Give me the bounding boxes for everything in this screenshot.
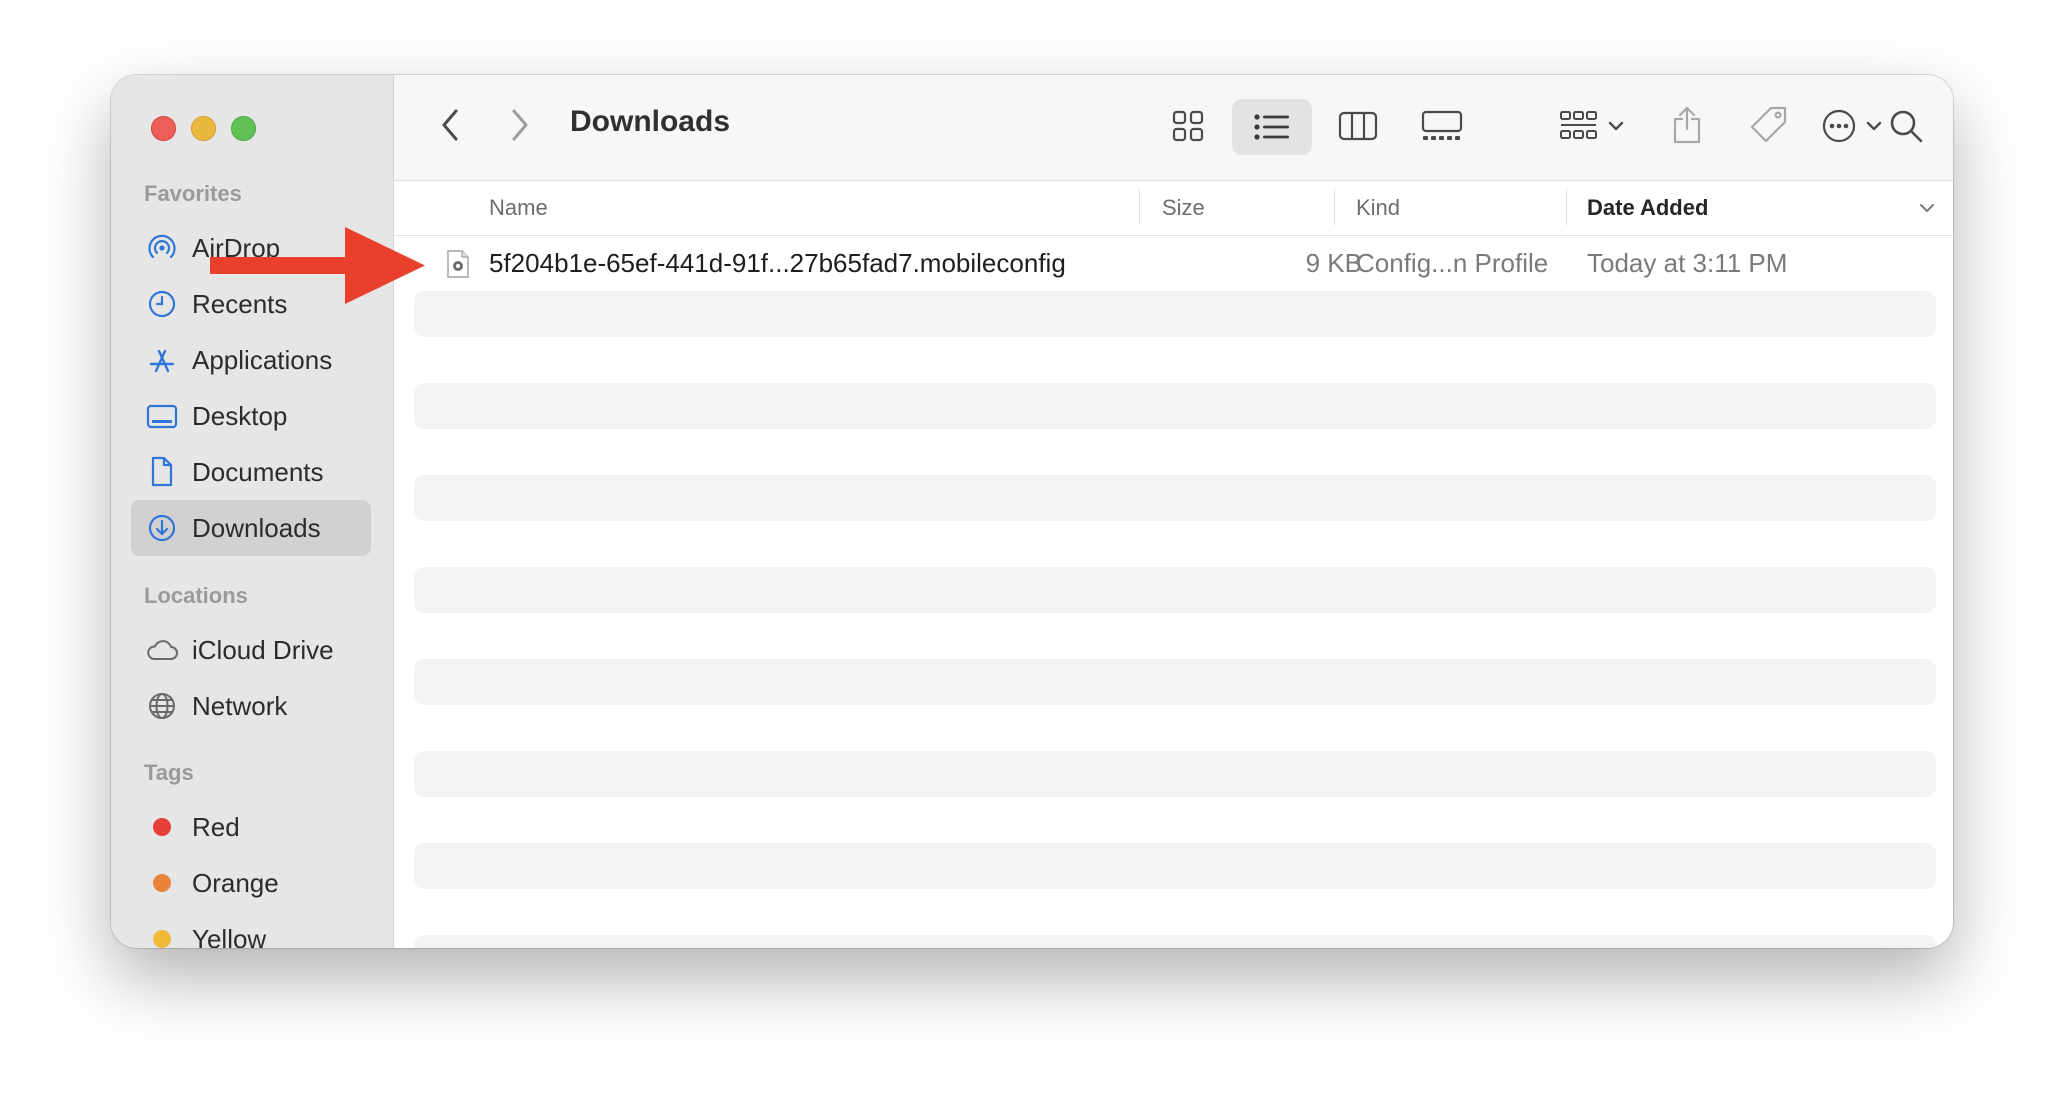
sidebar-item-tag-red[interactable]: Red [131, 799, 371, 855]
empty-row-stripe [414, 935, 1936, 948]
file-date-added: Today at 3:11 PM [1587, 248, 1788, 278]
column-header-kind[interactable]: Kind [1356, 195, 1400, 221]
chevron-down-icon [1920, 204, 1934, 212]
window-title: Downloads [570, 105, 731, 138]
tags-button[interactable] [1744, 97, 1794, 153]
empty-row-stripe [414, 475, 1936, 521]
icon-grid-icon [1172, 110, 1204, 142]
sidebar-item-label: Red [192, 811, 240, 842]
back-button[interactable] [434, 105, 466, 145]
search-icon [1890, 110, 1923, 143]
group-by-button[interactable] [1552, 99, 1632, 153]
icon-view-button[interactable] [1160, 99, 1216, 153]
file-size: 9 KB [1305, 248, 1362, 278]
column-divider[interactable] [1566, 189, 1567, 225]
forward-button[interactable] [504, 105, 536, 145]
tag-color-dot [145, 810, 179, 844]
column-header-row: Name Size Kind Date Added [394, 181, 1953, 236]
empty-row-stripe [414, 751, 1936, 797]
share-icon [1673, 106, 1701, 144]
desktop-icon [145, 399, 179, 433]
sidebar-item-label: Applications [192, 344, 333, 375]
airdrop-icon [145, 231, 179, 265]
favorites-heading: Favorites [144, 181, 242, 206]
ellipsis-circle-icon [1822, 109, 1856, 143]
chevron-left-icon [442, 109, 458, 141]
globe-icon [145, 689, 179, 723]
close-window-button[interactable] [151, 116, 176, 141]
sidebar-item-label: Desktop [192, 400, 288, 431]
sidebar-item-label: iCloud Drive [192, 634, 334, 665]
sidebar-item-label: Documents [192, 456, 324, 487]
sidebar-item-downloads[interactable]: Downloads [131, 500, 371, 556]
group-grid-icon [1560, 111, 1597, 139]
downloads-icon [145, 511, 179, 545]
sidebar-item-label: Yellow [192, 923, 267, 949]
tag-icon [1750, 106, 1787, 143]
cloud-icon [145, 633, 179, 667]
column-divider[interactable] [1334, 189, 1335, 225]
sidebar-item-documents[interactable]: Documents [131, 444, 371, 500]
sidebar-item-label: Network [192, 690, 288, 721]
more-actions-button[interactable] [1812, 99, 1892, 153]
document-icon [145, 455, 179, 489]
applications-icon [145, 343, 179, 377]
gallery-icon [1421, 110, 1463, 140]
empty-row-stripe [414, 291, 1936, 337]
gallery-view-button[interactable] [1412, 99, 1472, 153]
clock-icon [145, 287, 179, 321]
sidebar: Favorites AirDrop Recents Applications D… [111, 75, 394, 948]
sort-direction-indicator[interactable] [1916, 197, 1938, 219]
sidebar-item-label: Orange [192, 867, 279, 898]
column-header-name[interactable]: Name [489, 195, 548, 221]
list-icon [1254, 114, 1289, 140]
table-row[interactable]: 5f204b1e-65ef-441d-91f...27b65fad7.mobil… [394, 240, 1953, 286]
zoom-window-button[interactable] [231, 116, 256, 141]
column-divider[interactable] [1139, 189, 1140, 225]
search-button[interactable] [1881, 101, 1931, 151]
columns-icon [1338, 111, 1378, 141]
chevron-right-icon [512, 109, 528, 141]
empty-row-stripe [414, 383, 1936, 429]
tags-heading: Tags [144, 760, 194, 785]
sidebar-item-network[interactable]: Network [131, 678, 371, 734]
configuration-profile-file-icon [446, 250, 470, 278]
list-view-button[interactable] [1232, 99, 1312, 155]
sidebar-item-applications[interactable]: Applications [131, 332, 371, 388]
column-header-date-added[interactable]: Date Added [1587, 195, 1708, 221]
locations-heading: Locations [144, 583, 248, 608]
empty-row-stripe [414, 843, 1936, 889]
toolbar: Downloads [394, 75, 1953, 181]
share-button[interactable] [1664, 97, 1710, 153]
chevron-down-icon [1608, 121, 1624, 131]
main-content: Downloads Name Size Kind Date Added 5f20… [394, 75, 1953, 948]
empty-row-stripe [414, 659, 1936, 705]
minimize-window-button[interactable] [191, 116, 216, 141]
column-header-size[interactable]: Size [1162, 195, 1205, 221]
sidebar-item-tag-orange[interactable]: Orange [131, 855, 371, 911]
sidebar-item-desktop[interactable]: Desktop [131, 388, 371, 444]
sidebar-item-tag-yellow[interactable]: Yellow [131, 911, 371, 948]
finder-window: Favorites AirDrop Recents Applications D… [111, 75, 1953, 948]
annotation-arrow-icon [210, 227, 425, 304]
sidebar-item-label: Downloads [192, 512, 321, 543]
file-kind: Config...n Profile [1356, 248, 1549, 278]
tag-color-dot [145, 922, 179, 948]
sidebar-item-icloud-drive[interactable]: iCloud Drive [131, 622, 371, 678]
tag-color-dot [145, 866, 179, 900]
file-name: 5f204b1e-65ef-441d-91f...27b65fad7.mobil… [489, 248, 1066, 278]
empty-row-stripe [414, 567, 1936, 613]
column-view-button[interactable] [1330, 99, 1386, 153]
